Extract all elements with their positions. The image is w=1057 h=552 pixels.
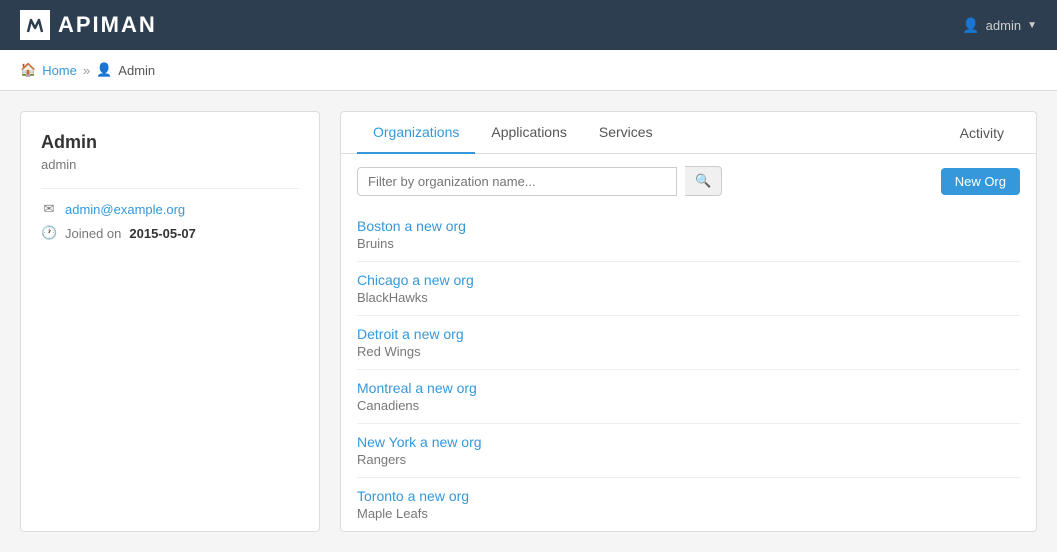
- org-subtitle: Bruins: [357, 236, 1020, 251]
- app-name: APIMAN: [58, 12, 157, 38]
- org-item: Boston a new org Bruins: [357, 208, 1020, 262]
- admin-icon: 👤: [96, 62, 112, 78]
- caret-icon: ▼: [1027, 20, 1037, 31]
- app-logo: APIMAN: [20, 10, 157, 40]
- search-button[interactable]: 🔍: [685, 166, 722, 196]
- org-link[interactable]: Chicago a new org: [357, 272, 1020, 288]
- new-org-button[interactable]: New Org: [941, 168, 1020, 195]
- logo-icon: [20, 10, 50, 40]
- org-link[interactable]: Boston a new org: [357, 218, 1020, 234]
- org-item: Chicago a new org BlackHawks: [357, 262, 1020, 316]
- clock-icon: 🕐: [41, 225, 57, 241]
- joined-date: 2015-05-07: [129, 226, 196, 241]
- breadcrumb-separator: »: [83, 63, 90, 78]
- user-email[interactable]: admin@example.org: [65, 202, 185, 217]
- email-icon: ✉: [41, 201, 57, 217]
- breadcrumb-home[interactable]: Home: [42, 63, 77, 78]
- user-display-name: Admin: [41, 132, 299, 153]
- org-subtitle: Canadiens: [357, 398, 1020, 413]
- home-icon: 🏠: [20, 62, 36, 78]
- breadcrumb: 🏠 Home » 👤 Admin: [0, 50, 1057, 91]
- main-content: Admin admin ✉ admin@example.org 🕐 Joined…: [0, 91, 1057, 552]
- org-toolbar: 🔍 New Org: [341, 154, 1036, 208]
- tab-applications[interactable]: Applications: [475, 112, 583, 154]
- org-list: Boston a new org Bruins Chicago a new org B…: [341, 208, 1036, 531]
- org-link[interactable]: Toronto a new org: [357, 488, 1020, 504]
- divider: [41, 188, 299, 189]
- user-handle: admin: [41, 157, 299, 172]
- org-link[interactable]: Detroit a new org: [357, 326, 1020, 342]
- tab-activity[interactable]: Activity: [944, 113, 1020, 153]
- org-subtitle: BlackHawks: [357, 290, 1020, 305]
- filter-input[interactable]: [357, 167, 677, 196]
- tab-bar: Organizations Applications Services Acti…: [341, 112, 1036, 154]
- user-email-row: ✉ admin@example.org: [41, 201, 299, 217]
- search-icon: 🔍: [695, 173, 711, 188]
- user-joined-row: 🕐 Joined on 2015-05-07: [41, 225, 299, 241]
- brand[interactable]: APIMAN: [20, 10, 157, 40]
- org-item: New York a new org Rangers: [357, 424, 1020, 478]
- tab-services[interactable]: Services: [583, 112, 669, 154]
- org-link[interactable]: Montreal a new org: [357, 380, 1020, 396]
- org-subtitle: Maple Leafs: [357, 506, 1020, 521]
- org-subtitle: Red Wings: [357, 344, 1020, 359]
- user-menu[interactable]: 👤 admin ▼: [962, 17, 1037, 34]
- joined-label: Joined on: [65, 226, 121, 241]
- org-panel: Organizations Applications Services Acti…: [340, 111, 1037, 532]
- org-item: Toronto a new org Maple Leafs: [357, 478, 1020, 531]
- org-item: Detroit a new org Red Wings: [357, 316, 1020, 370]
- user-panel: Admin admin ✉ admin@example.org 🕐 Joined…: [20, 111, 320, 532]
- tab-organizations[interactable]: Organizations: [357, 112, 475, 154]
- org-link[interactable]: New York a new org: [357, 434, 1020, 450]
- user-label: admin: [986, 18, 1021, 33]
- breadcrumb-current: Admin: [118, 63, 155, 78]
- navbar: APIMAN 👤 admin ▼: [0, 0, 1057, 50]
- org-subtitle: Rangers: [357, 452, 1020, 467]
- org-item: Montreal a new org Canadiens: [357, 370, 1020, 424]
- user-icon: 👤: [962, 17, 979, 34]
